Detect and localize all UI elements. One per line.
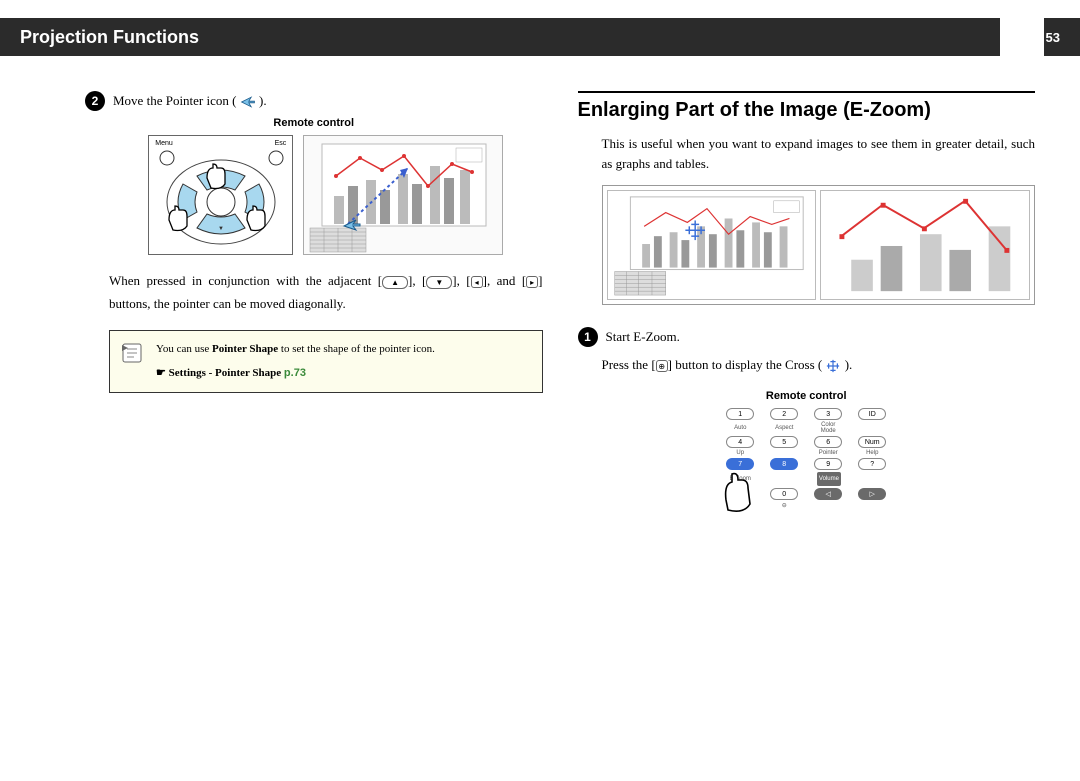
lbl-aspect: Aspect <box>770 425 798 431</box>
page-title: Projection Functions <box>20 27 1000 48</box>
lbl-help: Help <box>858 450 886 456</box>
remote-keypad: 1 2 3 ID Auto Aspect Color Mode 4 5 6 Nu… <box>726 408 886 509</box>
mini-chart-zoom <box>820 190 1030 300</box>
btn-help: ? <box>858 458 886 470</box>
svg-text:▼: ▼ <box>218 226 224 232</box>
esc-label: Esc <box>275 140 287 147</box>
press-text: Press the [⊕] button to display the Cros… <box>602 353 1036 376</box>
mini-chart-full <box>607 190 817 300</box>
volume-box: Volume <box>817 472 841 486</box>
btn-7: 7 <box>726 458 754 470</box>
btn-vol-up: ▷ <box>858 488 886 500</box>
projected-screen <box>303 135 503 255</box>
btn-5: 5 <box>770 436 798 448</box>
dpad-svg: ▲ ▼ <box>149 136 294 256</box>
btn-vol-down: ◁ <box>814 488 842 500</box>
ezoom-heading: Enlarging Part of the Image (E-Zoom) <box>578 99 1036 122</box>
right-column: Enlarging Part of the Image (E-Zoom) Thi… <box>578 91 1036 515</box>
left-column: 2 Move the Pointer icon ( ). Remote cont… <box>85 91 543 515</box>
tip-box: You can use Pointer Shape to set the sha… <box>109 330 543 393</box>
down-button-icon: ▼ <box>426 276 452 289</box>
btn-num: Num <box>858 436 886 448</box>
tip-link[interactable]: ☛ Settings - Pointer Shape p.73 <box>156 365 530 382</box>
ezoom-intro: This is useful when you want to expand i… <box>602 134 1036 173</box>
tip-text: You can use Pointer Shape to set the sha… <box>156 341 530 358</box>
page-number: 53 <box>1046 30 1060 45</box>
btn-1: 1 <box>726 408 754 420</box>
lbl-colormode: Color Mode <box>814 422 842 434</box>
cross-icon <box>825 359 841 373</box>
step-1-text: Start E-Zoom. <box>606 329 680 345</box>
btn-0: 0 <box>770 488 798 500</box>
heading-rule <box>578 91 1036 93</box>
screen-chart-svg <box>304 136 504 256</box>
page-header: Projection Functions 53 <box>0 18 1080 56</box>
btn-id: ID <box>858 408 886 420</box>
btn-8: 8 <box>770 458 798 470</box>
step-1-bullet: 1 <box>578 327 598 347</box>
btn-4: 4 <box>726 436 754 448</box>
left-button-icon: ◂ <box>471 276 483 288</box>
btn-3: 3 <box>814 408 842 420</box>
page-tab-blank <box>1000 18 1044 56</box>
lbl-up: Up <box>726 450 754 456</box>
diagonal-text: When pressed in conjunction with the adj… <box>109 269 543 316</box>
lbl-pointer: Pointer <box>814 450 842 456</box>
btn-2: 2 <box>770 408 798 420</box>
right-button-icon: ▸ <box>526 276 538 288</box>
lbl-auto: Auto <box>726 425 754 431</box>
btn-6: 6 <box>814 436 842 448</box>
remote-caption-left: Remote control <box>85 117 543 129</box>
ezoom-illustration <box>602 185 1036 305</box>
remote-dpad: Menu Esc ▲ ▼ <box>148 135 293 255</box>
tip-note-icon <box>120 341 144 374</box>
step-1-line: 1 Start E-Zoom. <box>578 327 1036 347</box>
step-2-bullet: 2 <box>85 91 105 111</box>
lbl-minus: ⊖ <box>770 502 798 509</box>
up-button-icon: ▲ <box>382 276 408 289</box>
hand-press-icon <box>720 470 760 516</box>
zoom-plus-button-icon: ⊕ <box>656 360 668 372</box>
step-2-text: Move the Pointer icon ( ). <box>113 93 267 109</box>
remote-caption-right: Remote control <box>578 390 1036 402</box>
step-2-line: 2 Move the Pointer icon ( ). <box>85 91 543 111</box>
btn-9: 9 <box>814 458 842 470</box>
remote-and-screen-figure: Menu Esc ▲ ▼ <box>109 135 543 255</box>
menu-label: Menu <box>155 140 173 147</box>
pointer-arrow-icon <box>240 95 256 109</box>
